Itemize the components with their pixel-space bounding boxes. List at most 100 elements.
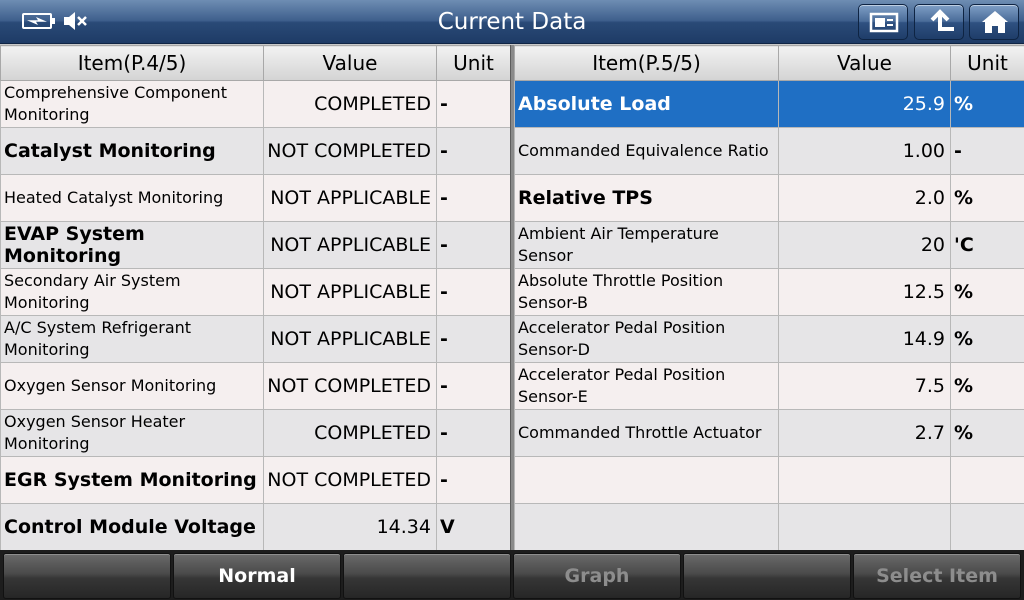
item-unit: %: [950, 174, 1024, 222]
item-value: NOT APPLICABLE: [263, 174, 437, 222]
column-header-unit: Unit: [950, 45, 1024, 81]
item-value: 14.9: [778, 315, 951, 363]
item-value: NOT APPLICABLE: [263, 268, 437, 316]
item-value: COMPLETED: [263, 409, 437, 457]
item-unit: V: [436, 503, 511, 551]
item-unit: %: [950, 315, 1024, 363]
item-name: Accelerator Pedal Position Sensor-E: [514, 362, 779, 410]
item-value: 14.34: [263, 503, 437, 551]
title-bar: Current Data: [0, 0, 1024, 44]
graph-button[interactable]: Graph: [513, 553, 681, 599]
blank-button-2[interactable]: [343, 553, 511, 599]
select-item-button[interactable]: Select Item: [853, 553, 1021, 599]
column-header-value: Value: [263, 45, 437, 81]
item-unit: %: [950, 362, 1024, 410]
item-name: Commanded Equivalence Ratio: [514, 127, 779, 175]
item-name: Commanded Throttle Actuator: [514, 409, 779, 457]
report-button[interactable]: [858, 4, 908, 40]
column-header-value: Value: [778, 45, 951, 81]
item-name: Absolute Load: [514, 80, 779, 128]
bottom-toolbar: Normal Graph Select Item: [0, 550, 1024, 600]
right-data-table: Item(P.5/5) Value Unit Absolute Load 25.…: [514, 45, 1024, 551]
item-value: NOT APPLICABLE: [263, 315, 437, 363]
item-value: [778, 503, 951, 551]
blank-button-1[interactable]: [3, 553, 171, 599]
item-unit: -: [436, 315, 511, 363]
table-row[interactable]: Commanded Equivalence Ratio 1.00 -: [514, 127, 1024, 175]
table-row[interactable]: Ambient Air Temperature Sensor 20 'C: [514, 221, 1024, 269]
item-unit: -: [436, 268, 511, 316]
item-name: Secondary Air System Monitoring: [0, 268, 264, 316]
column-header-item[interactable]: Item(P.5/5): [514, 45, 779, 81]
item-unit: -: [436, 127, 511, 175]
table-row[interactable]: A/C System Refrigerant Monitoring NOT AP…: [0, 315, 511, 363]
item-name: Catalyst Monitoring: [0, 127, 264, 175]
back-button[interactable]: [914, 4, 964, 40]
item-unit: %: [950, 80, 1024, 128]
item-name: EVAP System Monitoring: [0, 221, 264, 269]
blank-button-3[interactable]: [683, 553, 851, 599]
item-name: Oxygen Sensor Heater Monitoring: [0, 409, 264, 457]
table-row[interactable]: Accelerator Pedal Position Sensor-E 7.5 …: [514, 362, 1024, 410]
item-value: [778, 456, 951, 504]
item-value: 12.5: [778, 268, 951, 316]
table-row[interactable]: Heated Catalyst Monitoring NOT APPLICABL…: [0, 174, 511, 222]
item-value: 2.7: [778, 409, 951, 457]
item-name: Ambient Air Temperature Sensor: [514, 221, 779, 269]
item-value: 25.9: [778, 80, 951, 128]
table-row[interactable]: Absolute Throttle Position Sensor-B 12.5…: [514, 268, 1024, 316]
home-icon: [982, 11, 1008, 33]
item-name: EGR System Monitoring: [0, 456, 264, 504]
item-value: 7.5: [778, 362, 951, 410]
column-header-item[interactable]: Item(P.4/5): [0, 45, 264, 81]
item-name: Accelerator Pedal Position Sensor-D: [514, 315, 779, 363]
home-button[interactable]: [969, 4, 1019, 40]
item-name: Oxygen Sensor Monitoring: [0, 362, 264, 410]
item-name: [514, 503, 779, 551]
table-row[interactable]: Accelerator Pedal Position Sensor-D 14.9…: [514, 315, 1024, 363]
item-value: 2.0: [778, 174, 951, 222]
normal-button[interactable]: Normal: [173, 553, 341, 599]
item-name: Relative TPS: [514, 174, 779, 222]
item-unit: -: [436, 221, 511, 269]
item-unit: [950, 456, 1024, 504]
item-unit: 'C: [950, 221, 1024, 269]
table-row[interactable]: EGR System Monitoring NOT COMPLETED -: [0, 456, 511, 504]
item-unit: -: [436, 362, 511, 410]
table-row[interactable]: Catalyst Monitoring NOT COMPLETED -: [0, 127, 511, 175]
left-data-table: Item(P.4/5) Value Unit Comprehensive Com…: [0, 45, 511, 551]
item-unit: -: [436, 456, 511, 504]
table-row-empty: [514, 503, 1024, 551]
item-unit: %: [950, 409, 1024, 457]
table-row[interactable]: Oxygen Sensor Heater Monitoring COMPLETE…: [0, 409, 511, 457]
item-unit: [950, 503, 1024, 551]
item-value: COMPLETED: [263, 80, 437, 128]
item-value: 1.00: [778, 127, 951, 175]
table-row[interactable]: Secondary Air System Monitoring NOT APPL…: [0, 268, 511, 316]
column-header-unit: Unit: [436, 45, 511, 81]
table-row[interactable]: EVAP System Monitoring NOT APPLICABLE -: [0, 221, 511, 269]
table-row[interactable]: Relative TPS 2.0 %: [514, 174, 1024, 222]
table-row[interactable]: Control Module Voltage 14.34 V: [0, 503, 511, 551]
item-name: Control Module Voltage: [0, 503, 264, 551]
item-name: [514, 456, 779, 504]
back-arrow-icon: [930, 9, 954, 31]
item-unit: %: [950, 268, 1024, 316]
app-window: Current Data Item(P.4/5) Value Unit Comp…: [0, 0, 1024, 600]
report-icon: [869, 12, 899, 33]
item-name: A/C System Refrigerant Monitoring: [0, 315, 264, 363]
item-unit: -: [436, 174, 511, 222]
table-row-selected[interactable]: Absolute Load 25.9 %: [514, 80, 1024, 128]
item-value: 20: [778, 221, 951, 269]
table-row[interactable]: Commanded Throttle Actuator 2.7 %: [514, 409, 1024, 457]
table-row[interactable]: Oxygen Sensor Monitoring NOT COMPLETED -: [0, 362, 511, 410]
item-value: NOT COMPLETED: [263, 456, 437, 504]
item-name: Heated Catalyst Monitoring: [0, 174, 264, 222]
item-name: Absolute Throttle Position Sensor-B: [514, 268, 779, 316]
item-name: Comprehensive Component Monitoring: [0, 80, 264, 128]
item-unit: -: [950, 127, 1024, 175]
table-row[interactable]: Comprehensive Component Monitoring COMPL…: [0, 80, 511, 128]
table-row-empty: [514, 456, 1024, 504]
item-unit: -: [436, 409, 511, 457]
item-unit: -: [436, 80, 511, 128]
